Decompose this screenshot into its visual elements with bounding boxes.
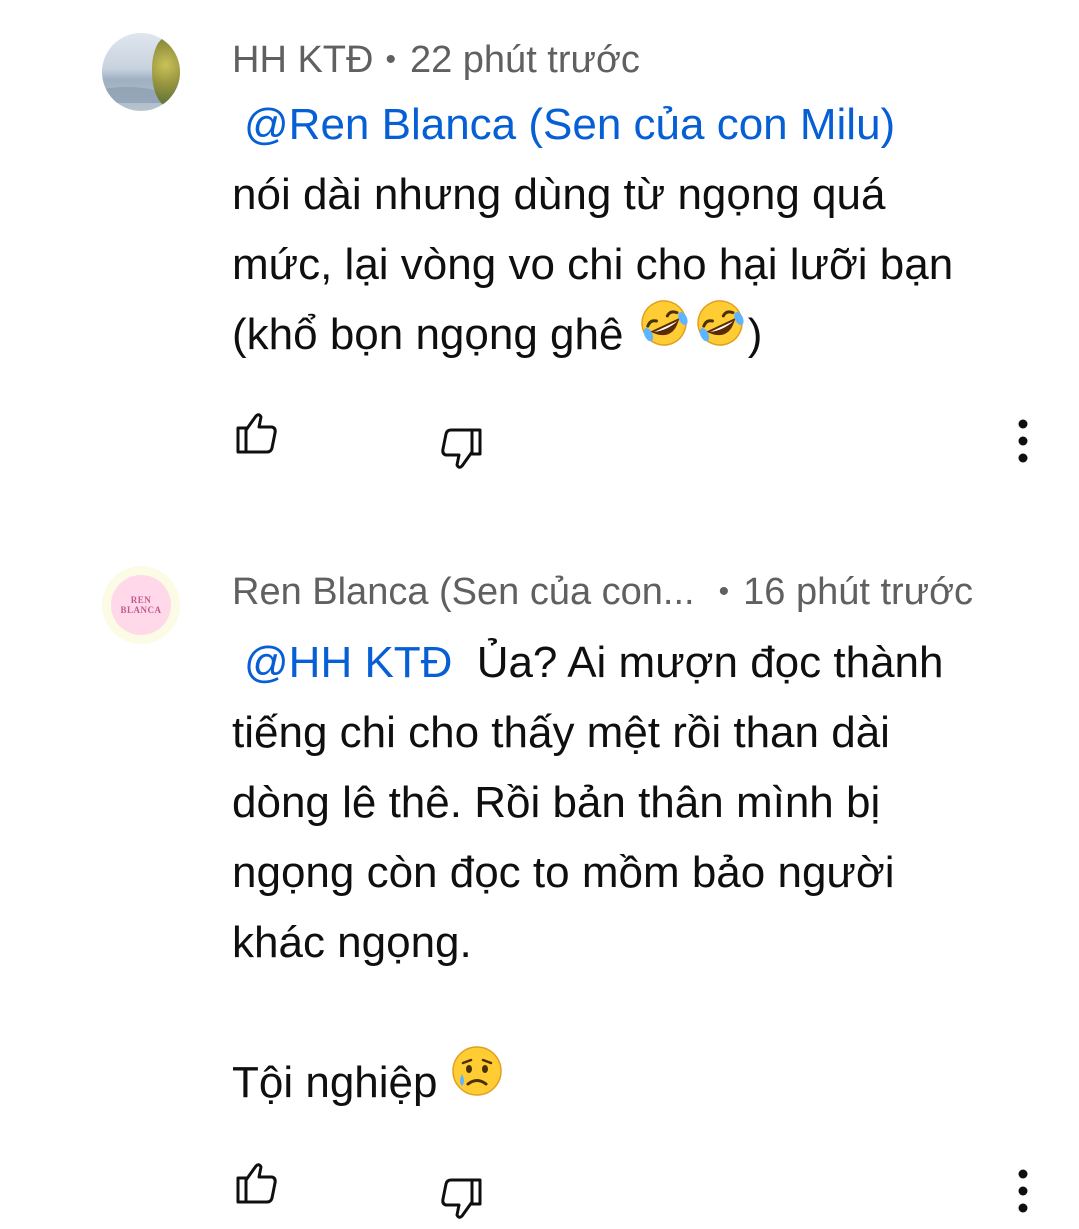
comment: REN BLANCA Ren Blanca (Sen của con... • 16… bbox=[0, 540, 1079, 1219]
mention-link[interactable]: @HH KTĐ bbox=[232, 638, 464, 687]
avatar-logo-text: REN bbox=[130, 595, 152, 605]
thumbs-down-icon[interactable] bbox=[436, 1174, 486, 1224]
comment-line-suffix: ) bbox=[747, 310, 763, 359]
more-vertical-icon[interactable] bbox=[1008, 416, 1038, 466]
author-name[interactable]: Ren Blanca (Sen của con... bbox=[232, 571, 695, 613]
comment-body: @HH KTĐ Ủa? Ai mượn đọc thành tiếng chi … bbox=[232, 628, 1042, 1123]
comment-line-with-emoji: (khổ bọn ngọng ghê) bbox=[232, 300, 1042, 374]
avatar-hill bbox=[102, 87, 162, 103]
comment-line: mức, lại vòng vo chi cho hại lưỡi bạn bbox=[232, 240, 954, 289]
comment-actions bbox=[0, 408, 1079, 469]
comment-time: 22 phút trước bbox=[409, 39, 640, 81]
sad-relieved-emoji-icon bbox=[450, 1044, 504, 1119]
comment-body: @Ren Blanca (Sen của con Milu) nói dài n… bbox=[232, 90, 1042, 374]
author-name[interactable]: HH KTĐ bbox=[232, 39, 373, 81]
comment-line: nói dài nhưng dùng từ ngọng quá bbox=[232, 170, 886, 219]
avatar[interactable]: REN BLANCA bbox=[102, 566, 180, 644]
avatar-logo: REN BLANCA bbox=[111, 575, 171, 635]
comment-line-with-emoji: Tội nghiệp bbox=[232, 1046, 1042, 1123]
rolling-laughing-emoji-icon bbox=[636, 297, 692, 370]
comment-line-text: (khổ bọn ngọng ghê bbox=[232, 310, 624, 359]
comment-line-text: Tội nghiệp bbox=[232, 1058, 438, 1108]
thumbs-down-icon[interactable] bbox=[436, 424, 486, 474]
comment: HH KTĐ • 22 phút trước @Ren Blanca (Sen củ… bbox=[0, 0, 1079, 540]
comment-line: dòng lê thê. Rồi bản thân mình bị bbox=[232, 778, 881, 827]
comment-meta: HH KTĐ • 22 phút trước bbox=[232, 38, 640, 85]
mention-link[interactable]: @Ren Blanca (Sen của con Milu) bbox=[232, 100, 907, 149]
thumbs-up-icon[interactable] bbox=[232, 408, 282, 458]
meta-separator: • bbox=[718, 575, 730, 608]
avatar-logo-text: BLANCA bbox=[120, 605, 162, 615]
more-vertical-icon[interactable] bbox=[1008, 1166, 1038, 1216]
comment-line: tiếng chi cho thấy mệt rồi than dài bbox=[232, 708, 890, 757]
comment-actions bbox=[0, 1158, 1079, 1219]
comment-line: ngọng còn đọc to mồm bảo người bbox=[232, 848, 895, 897]
avatar[interactable] bbox=[102, 33, 180, 111]
thumbs-up-icon[interactable] bbox=[232, 1158, 282, 1208]
avatar-tree bbox=[152, 37, 180, 107]
comment-time: 16 phút trước bbox=[743, 571, 974, 613]
comment-line: khác ngọng. bbox=[232, 918, 472, 967]
comment-line-text: Ủa? Ai mượn đọc thành bbox=[476, 638, 944, 687]
comment-meta: Ren Blanca (Sen của con... • 16 phút trước bbox=[232, 570, 973, 617]
rolling-laughing-emoji-icon bbox=[692, 297, 748, 370]
meta-separator: • bbox=[385, 43, 396, 76]
